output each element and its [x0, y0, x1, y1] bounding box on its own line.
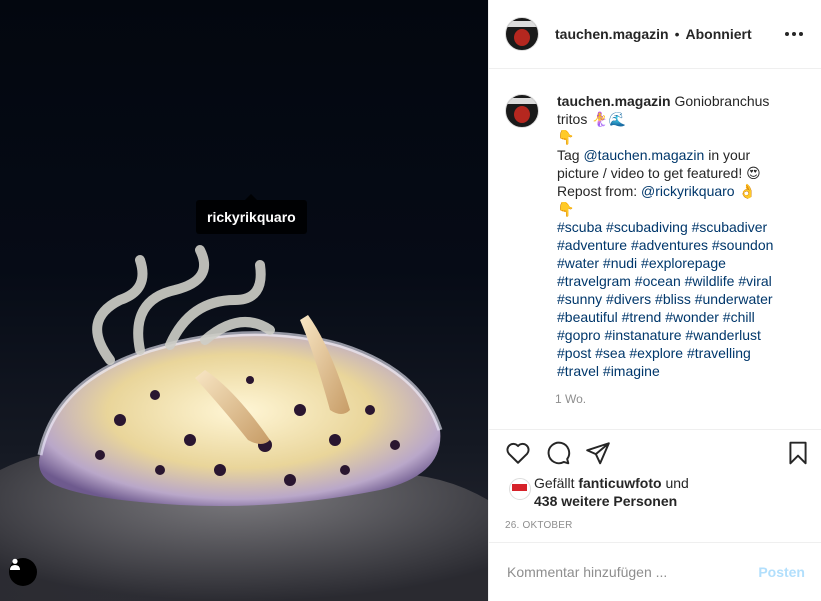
- photo-user-tag-label: rickyrikquaro: [207, 209, 296, 225]
- header-separator: •: [674, 26, 680, 42]
- likes-and: und: [665, 475, 689, 491]
- add-comment-bar: Posten: [489, 542, 821, 601]
- post-header: tauchen.magazin • Abonniert: [489, 0, 821, 69]
- heart-icon[interactable]: [505, 440, 531, 466]
- caption-emoji-ok: 👌: [738, 183, 756, 199]
- comment-input[interactable]: [505, 563, 759, 581]
- caption-emoji-point-down-2: 👇: [557, 201, 575, 217]
- caption-emoji-point-down: 👇: [557, 129, 575, 145]
- author-avatar[interactable]: [505, 17, 539, 51]
- liker-avatar[interactable]: [509, 478, 531, 500]
- caption-username[interactable]: tauchen.magazin: [557, 93, 671, 109]
- caption-author-avatar[interactable]: [505, 94, 539, 128]
- caption-hashtags[interactable]: #scuba #scubadiving #scubadiver #adventu…: [557, 219, 773, 379]
- caption-mention-link[interactable]: @tauchen.magazin: [583, 147, 704, 163]
- post-photo[interactable]: rickyrikquaro: [0, 0, 488, 601]
- person-icon: [10, 558, 20, 570]
- likes-prefix: Gefällt: [534, 475, 575, 491]
- caption-tag-prefix: Tag: [557, 147, 580, 163]
- tagged-users-button[interactable]: [9, 558, 37, 586]
- comments-section[interactable]: tauchen.magazin Goniobranchus tritos 🧜‍♀…: [489, 70, 821, 430]
- liker-username[interactable]: fanticuwfoto: [578, 475, 661, 491]
- post-caption: tauchen.magazin Goniobranchus tritos 🧜‍♀…: [557, 92, 792, 380]
- photo-user-tag[interactable]: rickyrikquaro: [196, 194, 307, 234]
- caption-repost-prefix: Repost from:: [557, 183, 638, 199]
- comment-icon[interactable]: [545, 440, 571, 466]
- more-dots-icon: [785, 32, 789, 36]
- caption-repost-mention-link[interactable]: @rickyrikquaro: [641, 183, 735, 199]
- share-paper-plane-icon[interactable]: [585, 440, 611, 466]
- likes-summary: Gefällt fanticuwfoto und 438 weitere Per…: [505, 474, 805, 510]
- caption-time-ago[interactable]: 1 Wo.: [555, 392, 805, 406]
- more-options-button[interactable]: [783, 26, 805, 42]
- likes-others-count[interactable]: 438 weitere Personen: [534, 493, 677, 509]
- post-comment-button[interactable]: Posten: [758, 564, 805, 580]
- follow-status-button[interactable]: Abonniert: [686, 26, 752, 42]
- post-actions-bar: [505, 440, 811, 470]
- post-details-panel: tauchen.magazin • Abonniert tauchen.maga…: [488, 0, 821, 601]
- author-username[interactable]: tauchen.magazin: [555, 26, 669, 42]
- bookmark-icon[interactable]: [785, 440, 811, 466]
- post-date[interactable]: 26. OKTOBER: [505, 520, 573, 531]
- caption-row: tauchen.magazin Goniobranchus tritos 🧜‍♀…: [505, 92, 805, 380]
- nudibranch-photo-art: [0, 245, 488, 601]
